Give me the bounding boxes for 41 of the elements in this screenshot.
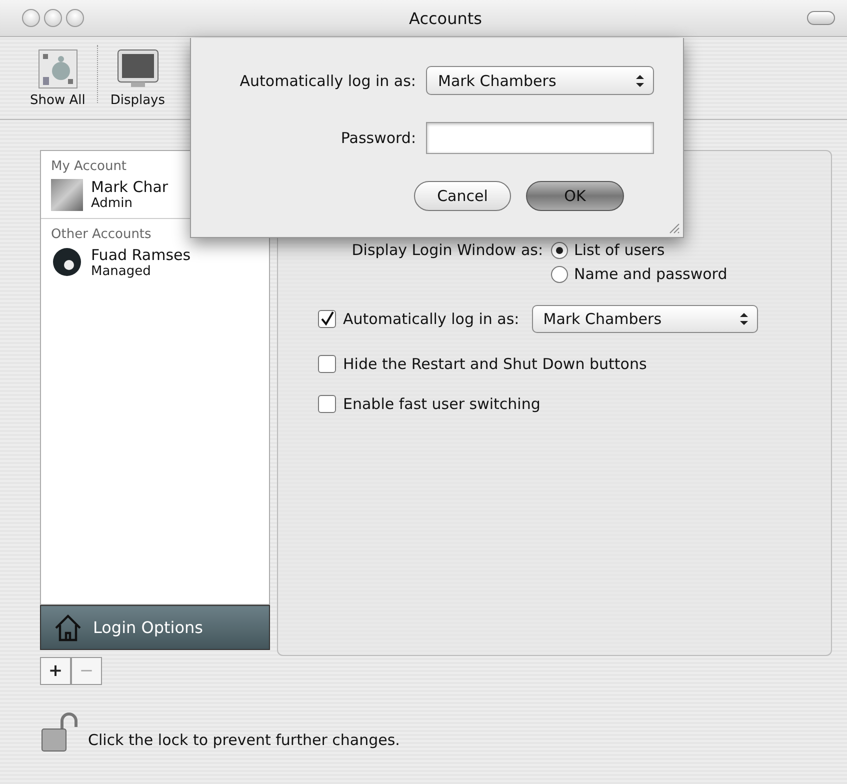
ball-avatar-icon xyxy=(51,246,83,278)
radio-option[interactable]: List of users xyxy=(551,241,831,259)
checkbox[interactable] xyxy=(318,355,336,373)
add-button[interactable]: + xyxy=(40,657,71,685)
monitor-icon xyxy=(116,49,159,89)
popup-arrows-icon xyxy=(635,74,645,88)
window-title: Accounts xyxy=(408,8,483,28)
checkbox-label: Automatically log in as: xyxy=(343,310,520,328)
minimize-button[interactable] xyxy=(44,9,62,27)
close-button[interactable] xyxy=(22,9,40,27)
preferences-grid-icon xyxy=(38,49,78,89)
padlock-icon[interactable] xyxy=(42,712,78,752)
group-heading: My Account xyxy=(50,158,128,176)
password-field[interactable] xyxy=(426,122,654,154)
account-role: Admin xyxy=(91,196,134,212)
auto-login-label: Automatically log in as: xyxy=(238,72,416,90)
account-name: Fuad Ramses xyxy=(91,246,191,264)
toolbar-item[interactable]: Displays xyxy=(108,49,168,119)
toolbar-toggle-button[interactable] xyxy=(807,11,835,25)
radio-option[interactable]: Name and password xyxy=(551,265,831,283)
login-options-item[interactable]: Login Options xyxy=(40,605,270,650)
checkbox[interactable] xyxy=(318,395,336,413)
display-login-label: Display Login Window as: xyxy=(350,241,543,259)
checkbox[interactable] xyxy=(318,310,336,328)
popup-arrows-icon xyxy=(739,312,750,326)
password-label: Password: xyxy=(340,129,416,147)
house-icon xyxy=(53,612,83,642)
checkbox-label: Enable fast user switching xyxy=(343,395,540,413)
user-popup[interactable]: Mark Chambers xyxy=(532,305,758,333)
ok-button[interactable]: OK xyxy=(526,181,624,211)
user-popup[interactable]: Mark Chambers xyxy=(426,66,654,95)
zoom-button[interactable] xyxy=(66,9,84,27)
avatar-picture xyxy=(51,178,83,211)
group-heading: Other Accounts xyxy=(50,226,152,244)
cancel-button[interactable]: Cancel xyxy=(414,181,511,211)
toolbar-item[interactable]: Show All xyxy=(28,49,88,119)
account-name: Mark Char xyxy=(91,178,168,196)
lock-hint-text: Click the lock to prevent further changes. xyxy=(88,731,400,751)
checkbox-label: Hide the Restart and Shut Down buttons xyxy=(343,355,647,373)
resize-grip-icon[interactable] xyxy=(668,222,680,234)
account-role: Managed xyxy=(91,264,152,280)
